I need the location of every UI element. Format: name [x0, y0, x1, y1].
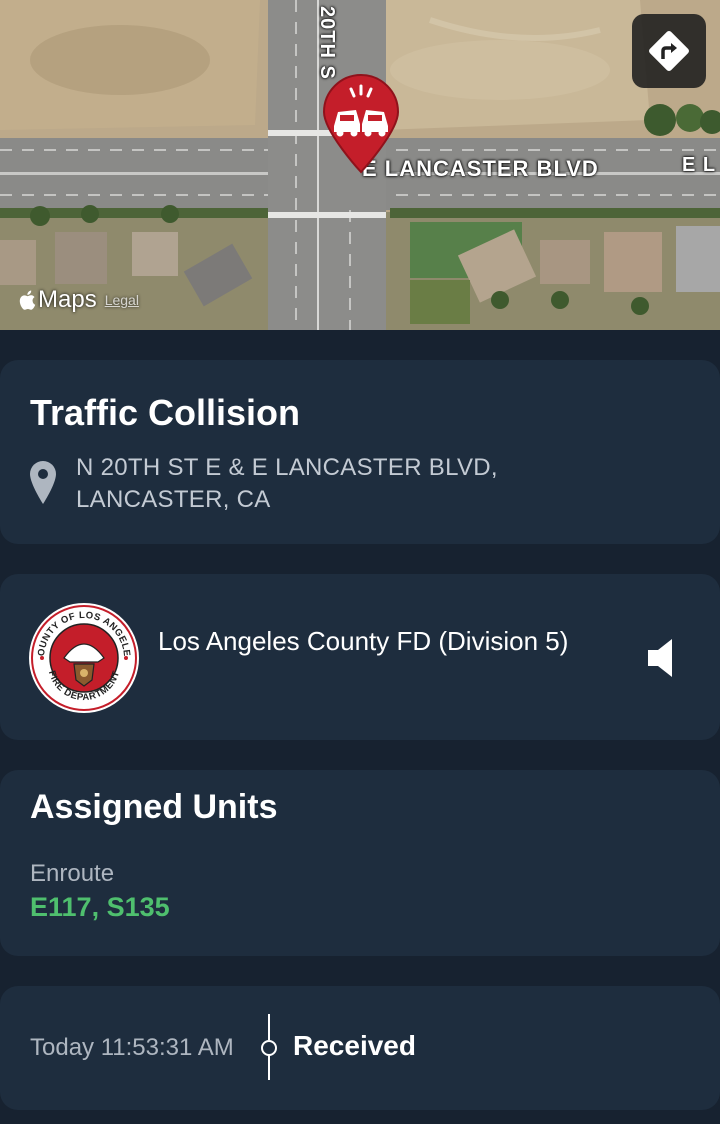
- location-pin-icon: [30, 461, 56, 504]
- street-label-lancaster-cut: E L: [682, 154, 717, 176]
- units-list: E117, S135: [30, 892, 170, 922]
- car-collision-pin-icon[interactable]: [320, 74, 402, 174]
- timeline-event-label: Received: [293, 1030, 416, 1061]
- timeline-time: Today 11:53:31 AM: [30, 1034, 234, 1061]
- street-label-20th: 20TH S: [316, 6, 338, 80]
- speaker-icon[interactable]: [646, 636, 676, 680]
- map-view[interactable]: 20TH S E LANCASTER BLVD E L Maps Legal: [0, 0, 720, 330]
- apple-icon: [19, 290, 36, 310]
- incident-title: Traffic Collision: [30, 392, 301, 433]
- legal-link[interactable]: Legal: [105, 292, 139, 308]
- units-status: Enroute: [30, 860, 115, 887]
- agency-name: Los Angeles County FD (Division 5): [158, 626, 569, 656]
- maps-attribution: Maps Legal: [18, 286, 139, 314]
- assigned-units-title: Assigned Units: [30, 788, 278, 826]
- lacofd-logo: COUNTY OF LOS ANGELES FIRE DEPARTMENT: [28, 602, 139, 713]
- timeline-marker-icon: [261, 1014, 277, 1080]
- directions-icon: [649, 31, 689, 71]
- incident-address[interactable]: N 20TH ST E & E LANCASTER BLVD, LANCASTE…: [76, 452, 636, 516]
- maps-logo-text: Maps: [38, 286, 97, 313]
- maps-logo: Maps: [18, 286, 97, 314]
- directions-button[interactable]: [632, 14, 706, 88]
